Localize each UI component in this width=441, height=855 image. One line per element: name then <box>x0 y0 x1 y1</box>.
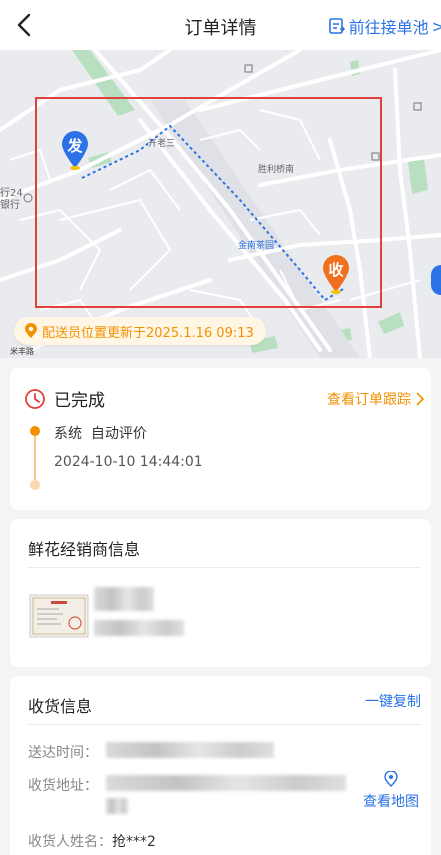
location-pin-icon <box>384 771 398 787</box>
address-label: 收货地址： <box>28 778 98 794</box>
vendor-detail-redacted <box>94 620 184 636</box>
order-list-icon <box>328 18 345 34</box>
delivery-info-card: 收货信息 一键复制 送达时间： 收货地址： 查看地图 收货人姓名： 抢***2 <box>10 676 431 855</box>
divider <box>28 567 421 568</box>
courier-update-text: 配送员位置更新于2025.1.16 09:13 <box>42 325 254 341</box>
address-redacted <box>106 798 128 814</box>
divider <box>28 724 421 725</box>
vendor-info-card: 鲜花经销商信息 <box>10 519 431 667</box>
delivery-time-label: 送达时间： <box>28 745 98 761</box>
order-pool-label: 前往接单池 <box>348 18 429 37</box>
timeline-dot <box>30 480 40 490</box>
map-label: 米丰路 <box>10 346 34 356</box>
timeline-event-time: 2024-10-10 14:44:01 <box>54 454 203 470</box>
section-title: 收货信息 <box>28 697 93 716</box>
map-label: 行24 <box>0 186 23 199</box>
top-bar: 订单详情 前往接单池 > <box>0 0 441 50</box>
courier-marker-icon[interactable] <box>431 265 441 295</box>
view-map-button[interactable]: 查看地图 <box>363 771 419 811</box>
status-header: 已完成 <box>24 386 105 411</box>
receiver-name-label: 收货人姓名： <box>28 834 112 850</box>
vendor-name-redacted <box>94 587 154 611</box>
delivery-map[interactable]: 开老三 胜利桥南 金南茶园 行24 银行 米丰路 发 收 配送员位置更新于202… <box>0 50 441 358</box>
timeline-dot-active <box>30 426 40 436</box>
order-status-card: 已完成 查看订单跟踪 系统 自动评价 2024-10-10 14:44:01 <box>10 368 431 510</box>
track-link-label: 查看订单跟踪 <box>327 392 411 408</box>
order-status: 已完成 <box>54 391 105 411</box>
timeline-event: 系统 自动评价 <box>54 426 147 442</box>
chevron-right-icon: > <box>431 16 441 36</box>
sender-location-pin[interactable]: 发 <box>60 130 90 170</box>
sender-pin-label: 发 <box>67 137 83 155</box>
delivery-time-redacted <box>106 742 274 758</box>
address-redacted <box>106 775 346 791</box>
order-pool-link[interactable]: 前往接单池 > <box>328 14 441 38</box>
view-order-tracking-link[interactable]: 查看订单跟踪 <box>327 389 425 409</box>
section-title: 鲜花经销商信息 <box>28 540 141 559</box>
location-pin-icon <box>25 323 37 338</box>
timeline-line <box>34 436 36 480</box>
copy-all-button[interactable]: 一键复制 <box>365 691 421 711</box>
clock-icon <box>25 388 45 409</box>
receiver-name: 抢***2 <box>112 834 156 850</box>
map-label: 银行 <box>0 198 20 211</box>
view-map-label: 查看地图 <box>363 794 419 810</box>
receiver-location-pin[interactable]: 收 <box>321 254 351 294</box>
business-license-thumbnail[interactable] <box>29 594 89 638</box>
chevron-right-icon <box>416 392 425 406</box>
receiver-pin-label: 收 <box>328 261 344 279</box>
courier-update-notice: 配送员位置更新于2025.1.16 09:13 <box>14 317 266 345</box>
